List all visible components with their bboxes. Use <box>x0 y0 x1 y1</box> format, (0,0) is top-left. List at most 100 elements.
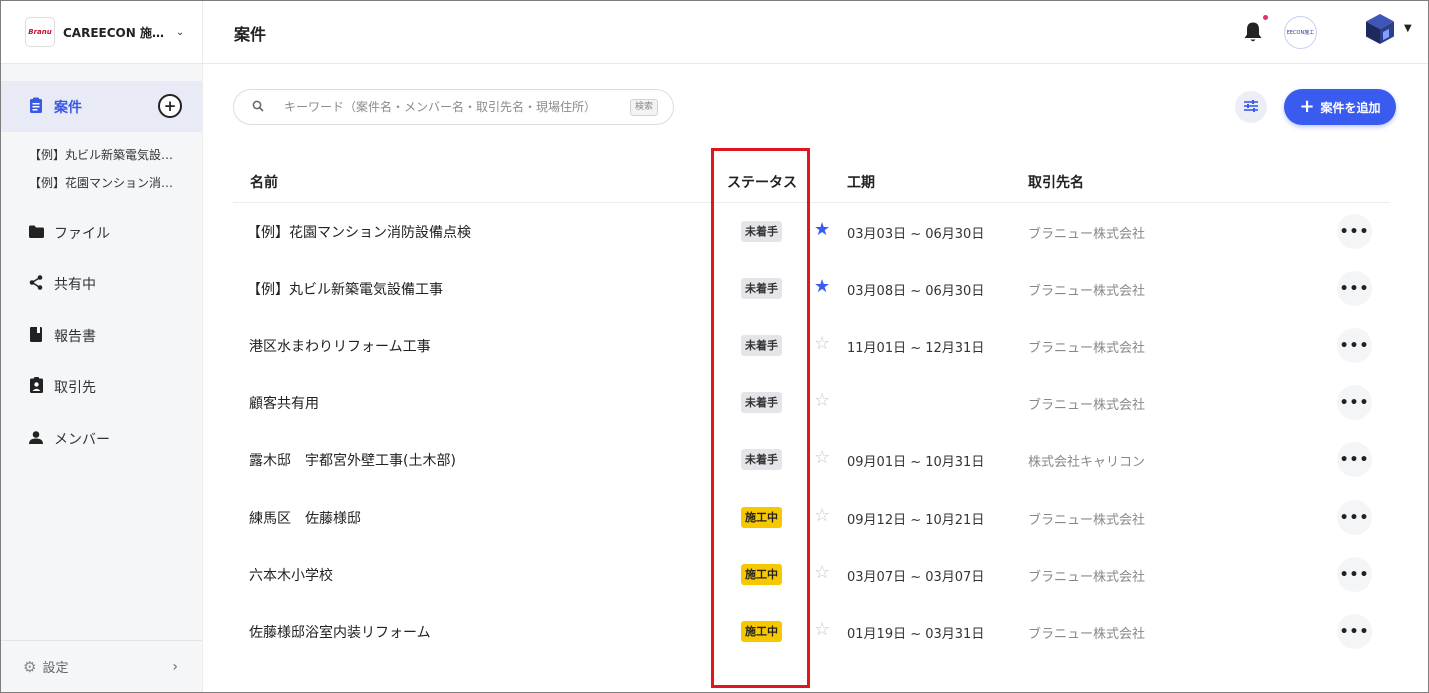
status-badge: 未着手 <box>741 392 782 413</box>
client-name: ブラニュー株式会社 <box>1028 341 1146 356</box>
more-options-icon[interactable]: ••• <box>1337 442 1372 477</box>
gear-icon: ⚙ <box>23 657 37 676</box>
client-name: ブラニュー株式会社 <box>1028 627 1146 642</box>
status-badge: 未着手 <box>741 221 782 242</box>
sidebar-item-reports[interactable]: 報告書 <box>27 326 96 346</box>
table-row[interactable]: 【例】花園マンション消防設備点検 未着手 ★ 03月03日 ~ 06月30日 ブ… <box>233 203 1390 260</box>
star-outline-icon[interactable]: ☆ <box>814 447 830 468</box>
status-badge: 未着手 <box>741 335 782 356</box>
project-period: 09月12日 ~ 10月21日 <box>847 513 985 528</box>
more-options-icon[interactable]: ••• <box>1337 500 1372 535</box>
status-badge: 未着手 <box>741 278 782 299</box>
sidebar-item-label: 共有中 <box>54 277 96 293</box>
sidebar-item-members[interactable]: メンバー <box>27 429 110 449</box>
status-badge: 施工中 <box>741 621 782 642</box>
status-badge: 施工中 <box>741 564 782 585</box>
table-row[interactable]: 港区水まわりリフォーム工事 未着手 ☆ 11月01日 ~ 12月31日 ブラニュ… <box>233 317 1390 374</box>
folder-icon <box>27 225 45 242</box>
sidebar-item-label: 取引先 <box>54 380 96 396</box>
add-project-button[interactable]: + 案件を追加 <box>1284 89 1396 125</box>
report-book-icon <box>27 326 45 346</box>
column-header-name[interactable]: 名前 <box>250 172 278 192</box>
column-header-period[interactable]: 工期 <box>847 172 875 192</box>
star-filled-icon[interactable]: ★ <box>814 219 830 240</box>
sidebar-item-clients[interactable]: 取引先 <box>27 377 96 397</box>
project-period: 01月19日 ~ 03月31日 <box>847 627 985 642</box>
client-name: ブラニュー株式会社 <box>1028 227 1146 242</box>
filter-settings-button[interactable] <box>1235 91 1267 123</box>
project-period: 11月01日 ~ 12月31日 <box>847 341 985 356</box>
add-project-label: 案件を追加 <box>1320 100 1381 115</box>
page-title: 案件 <box>234 25 267 44</box>
star-outline-icon[interactable]: ☆ <box>814 333 830 354</box>
chevron-right-icon: › <box>172 658 178 675</box>
clipboard-icon <box>27 97 45 117</box>
more-options-icon[interactable]: ••• <box>1337 557 1372 592</box>
settings-link[interactable]: ⚙ 設定 › <box>1 640 202 692</box>
star-filled-icon[interactable]: ★ <box>814 276 830 297</box>
sidebar-item-projects[interactable]: 案件 + <box>1 81 202 132</box>
person-icon <box>27 430 45 448</box>
search-input[interactable] <box>284 100 614 114</box>
project-name[interactable]: 【例】丸ビル新築電気設備工事 <box>247 279 443 299</box>
project-period: 03月08日 ~ 06月30日 <box>847 284 985 299</box>
caret-down-icon[interactable]: ▼ <box>1404 23 1412 34</box>
sidebar-subitem[interactable]: 【例】花園マンション消… <box>29 174 173 191</box>
more-options-icon[interactable]: ••• <box>1337 385 1372 420</box>
more-options-icon[interactable]: ••• <box>1337 614 1372 649</box>
table-row[interactable]: 練馬区 佐藤様邸 施工中 ☆ 09月12日 ~ 10月21日 ブラニュー株式会社… <box>233 489 1390 546</box>
user-avatar-cube-icon[interactable] <box>1365 13 1395 45</box>
project-name[interactable]: 【例】花園マンション消防設備点検 <box>247 222 471 242</box>
star-outline-icon[interactable]: ☆ <box>814 390 830 411</box>
project-name[interactable]: 佐藤様邸浴室内装リフォーム <box>249 622 431 642</box>
table-row[interactable]: 顧客共有用 未着手 ☆ ブラニュー株式会社 ••• <box>233 374 1390 431</box>
search-icon <box>252 100 264 115</box>
top-header: 案件 EECON施工 ▼ <box>203 1 1428 64</box>
table-row[interactable]: 露木邸 宇都宮外壁工事(土木部) 未着手 ☆ 09月01日 ~ 10月31日 株… <box>233 431 1390 488</box>
org-name: CAREECON 施… <box>63 25 164 40</box>
org-switcher[interactable]: Branu CAREECON 施… ⌄ <box>1 1 202 64</box>
table-header: 名前 ステータス 工期 取引先名 <box>233 161 1390 203</box>
sidebar-item-shared[interactable]: 共有中 <box>27 274 96 294</box>
client-name: ブラニュー株式会社 <box>1028 513 1146 528</box>
client-name: ブラニュー株式会社 <box>1028 570 1146 585</box>
star-outline-icon[interactable]: ☆ <box>814 562 830 583</box>
project-name[interactable]: 港区水まわりリフォーム工事 <box>249 336 431 356</box>
contact-badge-icon <box>27 377 45 397</box>
sidebar-item-files[interactable]: ファイル <box>27 223 110 243</box>
chevron-down-icon: ⌄ <box>175 26 185 38</box>
search-box[interactable]: 検索 <box>233 89 674 125</box>
sidebar: Branu CAREECON 施… ⌄ 案件 + 【例】丸ビル新築電気設… 【例… <box>1 1 203 692</box>
more-options-icon[interactable]: ••• <box>1337 328 1372 363</box>
project-name[interactable]: 六本木小学校 <box>249 565 333 585</box>
bell-icon[interactable] <box>1243 21 1263 43</box>
more-options-icon[interactable]: ••• <box>1337 214 1372 249</box>
sidebar-item-label: メンバー <box>54 432 110 448</box>
project-period: 03月03日 ~ 06月30日 <box>847 227 985 242</box>
add-circle-icon[interactable]: + <box>158 94 182 118</box>
sliders-icon <box>1243 98 1259 117</box>
table-row[interactable]: 【例】丸ビル新築電気設備工事 未着手 ★ 03月08日 ~ 06月30日 ブラニ… <box>233 260 1390 317</box>
search-shortcut-key: 検索 <box>629 99 658 116</box>
project-name[interactable]: 顧客共有用 <box>249 393 319 413</box>
settings-label: 設定 <box>42 661 69 676</box>
client-name: ブラニュー株式会社 <box>1028 398 1146 413</box>
project-period: 03月07日 ~ 03月07日 <box>847 570 985 585</box>
column-header-client[interactable]: 取引先名 <box>1028 172 1084 192</box>
project-name[interactable]: 練馬区 佐藤様邸 <box>249 508 361 528</box>
notification-dot <box>1263 15 1268 20</box>
more-options-icon[interactable]: ••• <box>1337 271 1372 306</box>
table-row[interactable]: 佐藤様邸浴室内装リフォーム 施工中 ☆ 01月19日 ~ 03月31日 ブラニュ… <box>233 603 1390 660</box>
plus-icon: + <box>1299 96 1315 117</box>
star-outline-icon[interactable]: ☆ <box>814 505 830 526</box>
star-outline-icon[interactable]: ☆ <box>814 619 830 640</box>
sidebar-item-label: ファイル <box>54 226 110 242</box>
column-header-status[interactable]: ステータス <box>727 172 797 192</box>
sidebar-subitem[interactable]: 【例】丸ビル新築電気設… <box>29 146 173 163</box>
status-badge: 未着手 <box>741 449 782 470</box>
status-badge: 施工中 <box>741 507 782 528</box>
project-name[interactable]: 露木邸 宇都宮外壁工事(土木部) <box>249 450 456 470</box>
org-avatar[interactable]: EECON施工 <box>1284 16 1317 49</box>
share-icon <box>27 274 45 294</box>
table-row[interactable]: 六本木小学校 施工中 ☆ 03月07日 ~ 03月07日 ブラニュー株式会社 •… <box>233 546 1390 603</box>
